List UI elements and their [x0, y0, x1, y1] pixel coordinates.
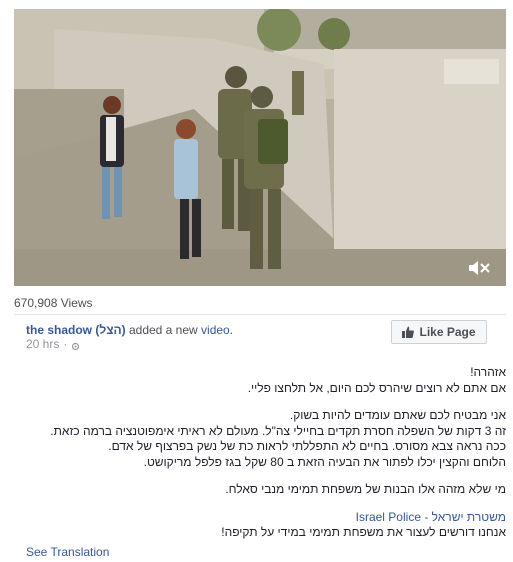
see-translation-link[interactable]: See Translation	[26, 545, 109, 559]
post-line: אני מבטיח לכם שאתם עומדים להיות בשוק.	[289, 408, 506, 422]
video-frame	[14, 9, 506, 286]
post-line: ככה נראה צבא מסורס. בחיים לא התפללתי לרא…	[108, 439, 506, 453]
post-header: the shadow (הצל) added a new video.	[26, 322, 233, 338]
post-meta: 20 hrs ·	[26, 337, 80, 351]
paragraph-main: אני מבטיח לכם שאתם עומדים להיות בשוק. זה…	[20, 408, 506, 470]
meta-separator: ·	[63, 337, 68, 351]
like-page-button[interactable]: Like Page	[391, 320, 487, 344]
paragraph-demand: Israel Police - משטרת ישראל אנחנו דורשים…	[20, 510, 506, 541]
like-page-label: Like Page	[419, 325, 476, 339]
israel-police-link[interactable]: Israel Police - משטרת ישראל	[356, 510, 506, 524]
post-line: הלוחם והקצין יכלו לפתור את הבעיה הזאת ב …	[143, 454, 506, 469]
paragraph-identify: מי שלא מזהה אלו הבנות של משפחת תמימי מנב…	[20, 482, 506, 498]
post-line: אזהרה!	[470, 365, 506, 379]
post-body: אזהרה! אם אתם לא רוצים שיהרס לכם היום, א…	[20, 365, 506, 541]
gear-globe-icon[interactable]	[71, 340, 80, 350]
post-line: זה 3 דקות של השפלה חסרת תקדים בחיילי צה"…	[50, 423, 506, 438]
video-link[interactable]: video	[201, 323, 230, 337]
paragraph-warning: אזהרה! אם אתם לא רוצים שיהרס לכם היום, א…	[20, 365, 506, 396]
period: .	[229, 323, 234, 337]
view-count: 670,908 Views	[14, 296, 93, 310]
post-line: מי שלא מזהה אלו הבנות של משפחת תמימי מנב…	[225, 482, 506, 496]
video-player[interactable]	[14, 9, 506, 286]
post-line: אנחנו דורשים לעצור את משפחת תמימי במידי …	[221, 525, 506, 539]
post-time[interactable]: 20 hrs	[26, 337, 59, 351]
author-link[interactable]: the shadow (הצל)	[26, 323, 126, 337]
post-line: אם אתם לא רוצים שיהרס לכם היום, אל תלחצו…	[247, 380, 506, 395]
action-text: added a new	[128, 323, 198, 337]
speaker-muted-icon[interactable]	[468, 260, 490, 276]
thumbs-up-icon	[402, 326, 415, 338]
divider	[14, 314, 506, 315]
